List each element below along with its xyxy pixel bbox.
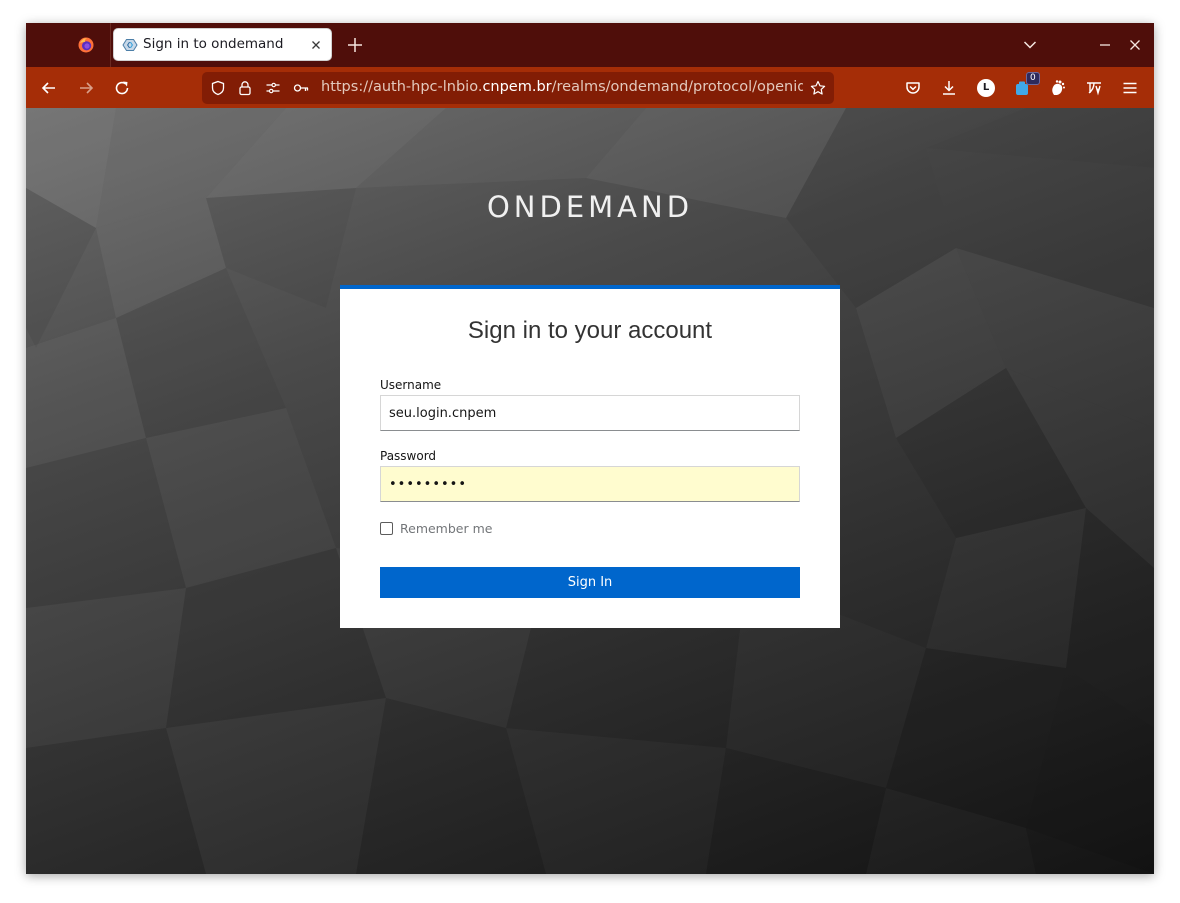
url-host: cnpem.br (482, 79, 552, 95)
back-arrow-icon[interactable] (40, 79, 58, 97)
forward-arrow-icon[interactable] (77, 79, 95, 97)
tab-title: Sign in to ondemand (143, 36, 284, 52)
password-label: Password (380, 449, 437, 463)
minimize-icon[interactable] (1097, 37, 1113, 53)
tab-strip: Sign in to ondemand (26, 23, 1154, 67)
list-all-tabs-chevron-down-icon[interactable] (1022, 37, 1038, 53)
translate-extension-icon[interactable] (1085, 79, 1103, 97)
page-content: ONDEMAND Sign in to your account Usernam… (26, 108, 1154, 874)
sign-in-button[interactable]: Sign In (380, 567, 800, 598)
reload-icon[interactable] (113, 79, 131, 97)
tracking-protection-shield-icon[interactable] (210, 80, 226, 96)
gnome-extension-icon[interactable] (1049, 79, 1067, 97)
downloads-icon[interactable] (940, 79, 958, 97)
password-key-icon[interactable] (293, 80, 309, 96)
username-label: Username (380, 378, 442, 392)
browser-window: Sign in to ondemand https://auth-hpc-lnb… (26, 23, 1154, 874)
remember-me-label[interactable]: Remember me (400, 521, 492, 536)
remember-me-checkbox[interactable] (380, 522, 393, 535)
password-input[interactable] (380, 466, 800, 502)
close-tab-icon[interactable] (309, 38, 323, 52)
url-path: /realms/ondemand/protocol/openid-conn (551, 79, 803, 95)
url-text[interactable]: https://auth-hpc-lnbio.cnpem.br/realms/o… (321, 79, 803, 95)
username-input[interactable] (380, 395, 800, 431)
bookmark-star-icon[interactable] (810, 80, 826, 96)
permissions-sliders-icon[interactable] (265, 80, 281, 96)
login-card: Sign in to your account Username Passwor… (340, 285, 840, 628)
tab-active[interactable]: Sign in to ondemand (113, 28, 332, 61)
new-tab-icon[interactable] (346, 36, 364, 54)
hamburger-menu-icon[interactable] (1121, 79, 1139, 97)
close-window-icon[interactable] (1127, 37, 1143, 53)
account-avatar-icon[interactable]: L (977, 79, 995, 97)
realm-title: ONDEMAND (486, 190, 694, 224)
nav-toolbar: https://auth-hpc-lnbio.cnpem.br/realms/o… (26, 67, 1154, 109)
firefox-icon[interactable] (78, 37, 94, 53)
extension-badge: 0 (1026, 72, 1040, 85)
url-bar[interactable]: https://auth-hpc-lnbio.cnpem.br/realms/o… (202, 72, 834, 104)
firefox-view-area[interactable] (26, 23, 111, 67)
card-title: Sign in to your account (467, 317, 713, 344)
url-prefix: https://auth-hpc-lnbio. (321, 79, 483, 95)
lock-icon[interactable] (237, 80, 253, 96)
keycloak-favicon-icon (122, 39, 138, 51)
pocket-icon[interactable] (904, 79, 922, 97)
